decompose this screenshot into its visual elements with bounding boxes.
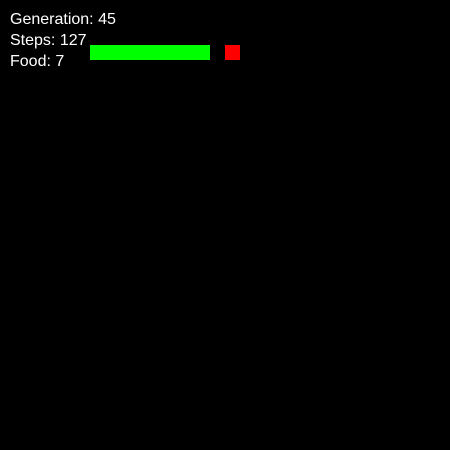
steps-stat: Steps: 127 bbox=[10, 30, 116, 51]
snake-segment bbox=[135, 45, 150, 60]
generation-label: Generation: bbox=[10, 11, 99, 28]
steps-label: Steps: bbox=[10, 32, 60, 49]
food-label: Food: bbox=[10, 53, 56, 70]
food-stat: Food: 7 bbox=[10, 51, 116, 72]
snake-segment bbox=[120, 45, 135, 60]
game-board: Generation: 45 Steps: 127 Food: 7 bbox=[0, 0, 450, 450]
food-pellet bbox=[225, 45, 240, 60]
generation-stat: Generation: 45 bbox=[10, 9, 116, 30]
snake-segment bbox=[180, 45, 195, 60]
food-value: 7 bbox=[55, 53, 65, 70]
steps-value: 127 bbox=[59, 32, 87, 49]
snake-segment bbox=[165, 45, 180, 60]
snake-head bbox=[195, 45, 210, 60]
generation-value: 45 bbox=[98, 11, 116, 28]
stats-panel: Generation: 45 Steps: 127 Food: 7 bbox=[10, 9, 116, 72]
snake-segment bbox=[150, 45, 165, 60]
